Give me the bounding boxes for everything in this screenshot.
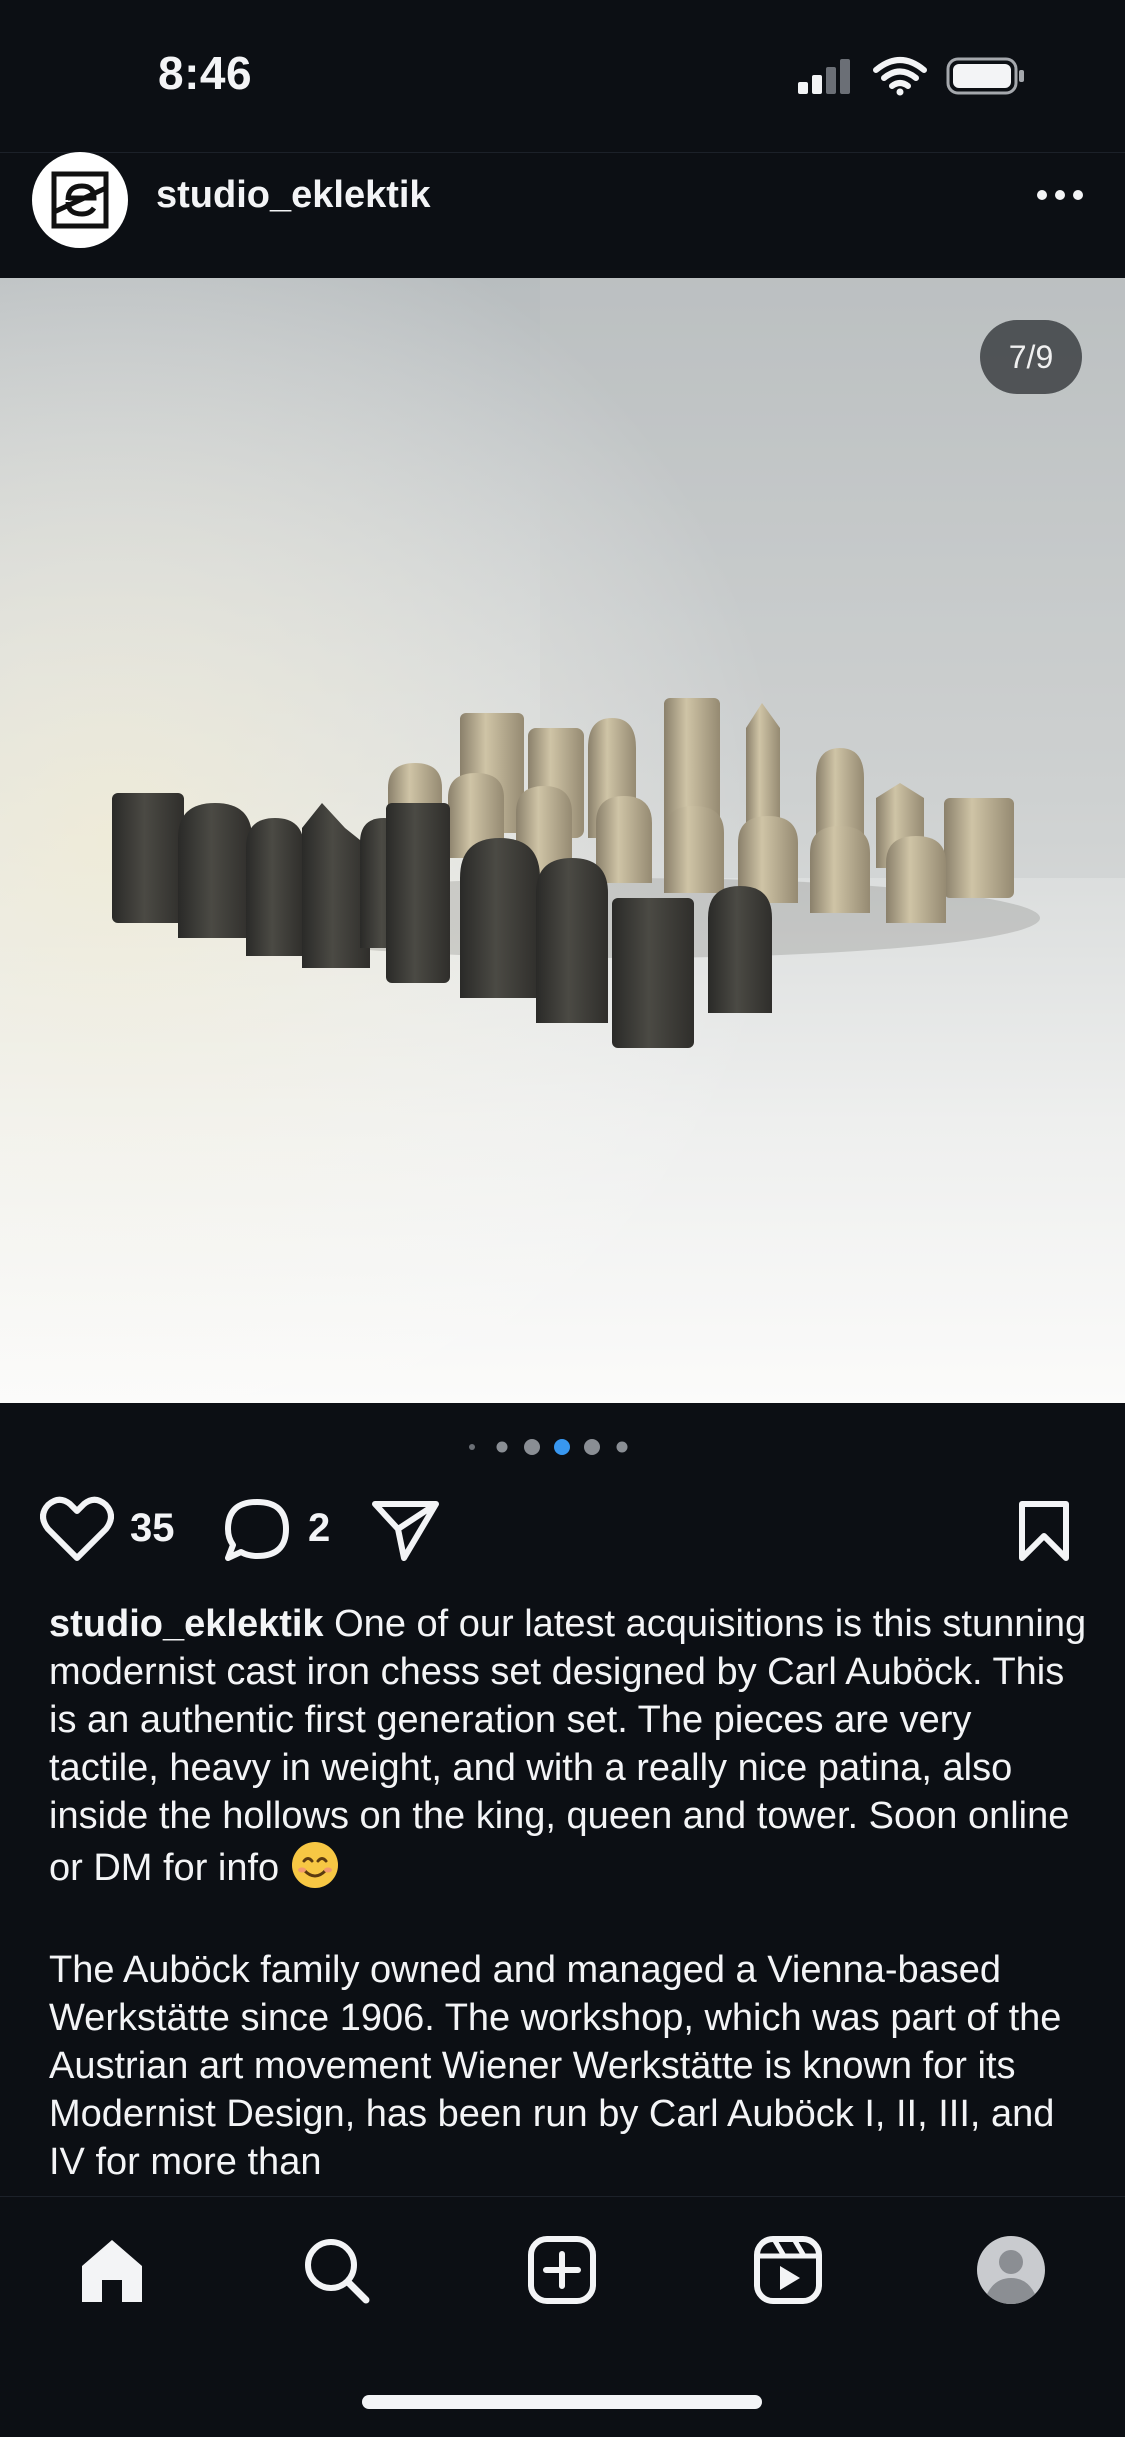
post-username[interactable]: studio_eklektik <box>156 174 431 217</box>
profile-icon[interactable] <box>975 2234 1047 2306</box>
create-post-icon[interactable] <box>526 2234 598 2306</box>
comment-icon[interactable] <box>222 1496 292 1566</box>
caption-paragraph-2: The Auböck family owned and managed a Vi… <box>49 1949 1062 2183</box>
studio-logo-icon <box>51 171 109 229</box>
caption-paragraph-1: studio_eklektik One of our latest acquis… <box>49 1600 1089 1892</box>
search-icon[interactable] <box>300 2234 372 2306</box>
home-indicator[interactable] <box>362 2395 762 2409</box>
caption-text-1: One of our latest acquisitions is this s… <box>49 1603 1087 1889</box>
status-time: 8:46 <box>158 47 253 99</box>
carousel-dots <box>469 1439 628 1455</box>
cellular-signal-icon <box>798 59 850 94</box>
smiling-face-emoji-icon <box>291 1842 338 1888</box>
more-options-icon[interactable] <box>1032 180 1088 210</box>
caption-username[interactable]: studio_eklektik <box>49 1603 324 1645</box>
bookmark-icon[interactable] <box>1016 1498 1072 1564</box>
home-icon[interactable] <box>76 2234 148 2306</box>
heart-icon[interactable] <box>40 1496 114 1562</box>
account-avatar[interactable] <box>32 152 128 248</box>
status-bar: 8:46 <box>0 0 1125 150</box>
battery-icon <box>946 57 1024 95</box>
wifi-icon <box>873 57 927 96</box>
image-counter-badge: 7/9 <box>980 320 1082 394</box>
like-count[interactable]: 35 <box>130 1506 175 1551</box>
chess-set-photo <box>0 278 1125 1403</box>
post-image[interactable] <box>0 278 1125 1403</box>
comment-count[interactable]: 2 <box>308 1506 330 1551</box>
reels-icon[interactable] <box>752 2234 824 2306</box>
post-caption: studio_eklektik One of our latest acquis… <box>49 1600 1089 2186</box>
share-icon[interactable] <box>370 1496 442 1564</box>
